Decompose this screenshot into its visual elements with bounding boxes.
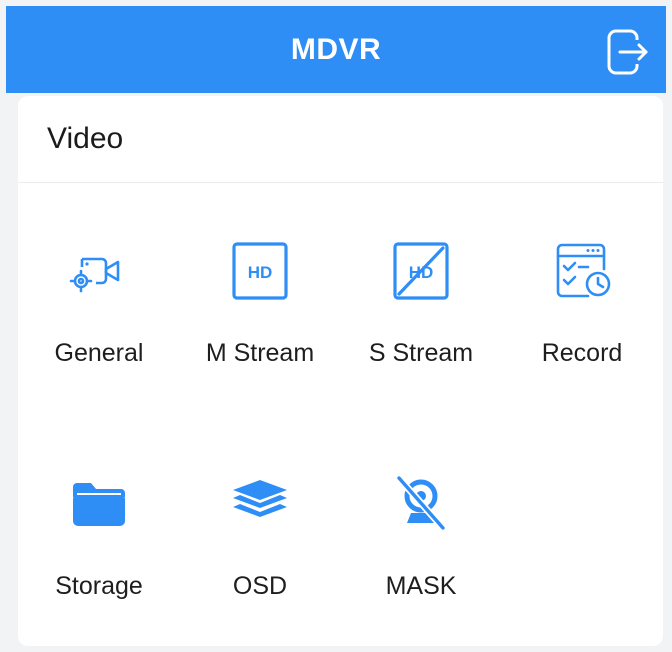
svg-text:HD: HD: [248, 263, 273, 282]
m-stream-tile[interactable]: HD M Stream: [179, 239, 341, 419]
osd-label: OSD: [232, 572, 288, 600]
general-label: General: [54, 339, 144, 367]
exit-button[interactable]: [606, 28, 650, 76]
mask-tile[interactable]: MASK: [340, 472, 502, 652]
app-title: MDVR: [290, 32, 382, 66]
layers-icon: [233, 480, 287, 517]
s-stream-label: S Stream: [368, 339, 474, 367]
mask-label: MASK: [385, 572, 457, 600]
m-stream-label: M Stream: [205, 339, 315, 367]
video-settings-card: Video General HD M Stream S Stream Recor…: [18, 96, 663, 646]
webcam-off-icon: [395, 474, 447, 532]
general-tile[interactable]: General: [18, 239, 180, 419]
exit-icon: [607, 29, 648, 75]
section-title: Video: [18, 96, 663, 183]
app-header: MDVR: [6, 6, 666, 93]
camera-settings-icon: [69, 257, 120, 293]
hd-off-icon: HD: [393, 242, 449, 300]
record-tile[interactable]: Record: [501, 239, 663, 419]
storage-tile[interactable]: Storage: [18, 472, 180, 652]
record-schedule-icon: [556, 243, 611, 298]
s-stream-tile[interactable]: HD S Stream: [340, 239, 502, 419]
hd-icon: HD: [232, 242, 288, 300]
storage-label: Storage: [55, 572, 143, 600]
record-label: Record: [541, 339, 623, 367]
osd-tile[interactable]: OSD: [179, 472, 341, 652]
folder-icon: [73, 483, 125, 526]
